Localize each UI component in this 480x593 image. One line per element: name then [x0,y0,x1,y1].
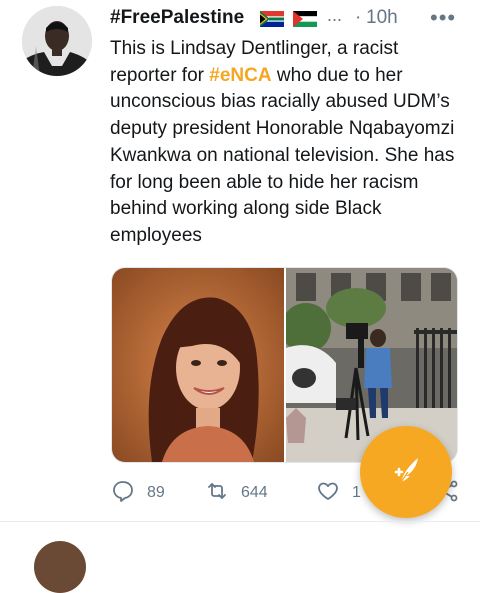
like-button[interactable]: 1 [316,478,361,508]
tweet-text: This is Lindsay Dentlinger, a racist rep… [110,36,465,250]
retweet-icon [205,479,229,508]
next-tweet-avatar[interactable] [34,541,86,593]
retweet-button[interactable]: 644 [205,478,268,508]
avatar[interactable] [22,6,92,76]
display-name[interactable]: #FreePalestine [110,7,244,29]
compose-tweet-button[interactable] [360,426,452,518]
reply-icon [111,479,135,508]
reply-count: 89 [147,484,165,501]
heart-icon [316,479,340,508]
more-icon[interactable]: ••• [430,5,456,31]
separator-dot: · [355,7,362,28]
name-overflow: ... [327,5,343,25]
compose-tweet-icon [388,452,424,493]
like-count: 1 [352,484,361,501]
reply-button[interactable]: 89 [111,478,165,508]
retweet-count: 644 [241,484,268,501]
hashtag-link[interactable]: #eNCA [209,65,271,86]
tweet-header: #FreePalestine ... · 10h ••• [110,5,470,33]
media-image-portrait[interactable] [112,268,284,462]
tweet-text-suffix: who due to her unconscious bias racially… [110,64,455,246]
tweet[interactable]: #FreePalestine ... · 10h ••• This is Lin… [0,0,480,520]
south-africa-flag-icon [260,11,284,27]
tweet-divider [0,521,480,522]
palestine-flag-icon [293,11,317,27]
timestamp[interactable]: 10h [366,7,398,29]
